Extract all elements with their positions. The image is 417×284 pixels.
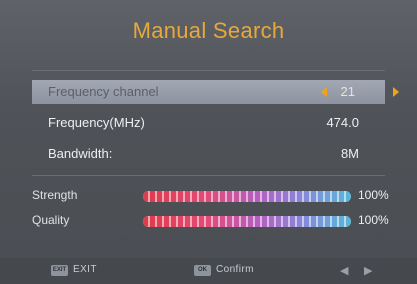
frequency-channel-row[interactable]: Frequency channel 21 [32,80,399,104]
strength-bar [143,191,351,202]
manual-search-screen: Manual Search Frequency channel 21 Frequ… [0,0,417,284]
frequency-label: Frequency(MHz) [48,115,145,130]
frequency-row[interactable]: Frequency(MHz) 474.0 [32,111,385,135]
quality-percent: 100% [358,213,389,227]
divider [32,70,385,71]
page-title: Manual Search [132,18,285,43]
frequency-channel-value: 21 [340,84,355,99]
strength-bar-fill [143,191,351,202]
footer-bar: EXIT EXIT OK Confirm ◀ ▶ [0,258,417,284]
ok-key-icon[interactable]: OK [194,265,211,276]
frequency-value: 474.0 [326,115,359,130]
bandwidth-row[interactable]: Bandwidth: 8M [32,142,385,166]
exit-key-icon[interactable]: EXIT [51,265,68,276]
quality-bar [143,216,351,227]
quality-label: Quality [32,213,70,227]
nav-left-icon[interactable]: ◀ [340,264,348,277]
exit-label: EXIT [73,264,97,275]
strength-percent: 100% [358,188,389,202]
bandwidth-label: Bandwidth: [48,146,113,161]
divider [32,175,385,176]
quality-bar-fill [143,216,351,227]
right-arrow-icon[interactable] [393,87,399,97]
left-arrow-icon[interactable] [321,87,327,97]
strength-label: Strength [32,188,78,202]
bandwidth-value: 8M [340,146,359,161]
nav-right-icon[interactable]: ▶ [364,264,372,277]
frequency-channel-label: Frequency channel [48,84,159,99]
confirm-label: Confirm [216,264,254,275]
